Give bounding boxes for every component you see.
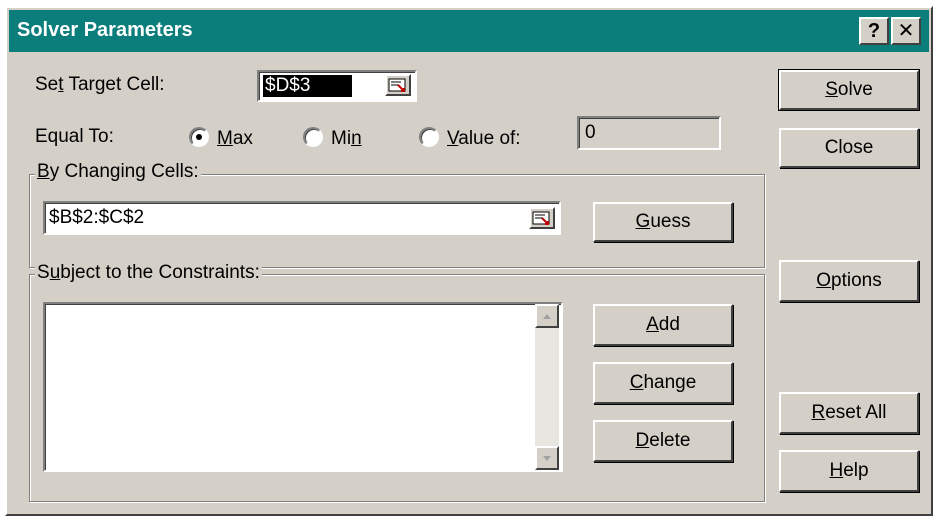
target-cell-collapse-icon[interactable] — [385, 74, 411, 96]
close-title-button[interactable]: ✕ — [891, 17, 921, 45]
solver-parameters-dialog: Solver Parameters ? ✕ Set Target Cell: $… — [5, 6, 933, 516]
changing-cells-legend: By Changing Cells: — [35, 161, 201, 183]
change-button[interactable]: Change — [593, 362, 733, 404]
constraints-legend: Subject to the Constraints: — [35, 262, 262, 284]
reset-all-button-label: Reset All — [811, 402, 887, 423]
changing-cells-value: $B$2:$C$2 — [49, 207, 145, 228]
constraints-list[interactable] — [43, 302, 563, 472]
help-title-button[interactable]: ? — [859, 17, 889, 45]
set-target-cell-label: Set Target Cell: — [35, 74, 165, 95]
help-button-label: Help — [829, 460, 869, 481]
help-button[interactable]: Help — [779, 450, 919, 492]
guess-button[interactable]: Guess — [593, 202, 733, 242]
target-cell-value: $D$3 — [263, 75, 353, 97]
min-radio[interactable] — [303, 127, 323, 147]
change-button-label: Change — [629, 372, 697, 393]
dialog-title: Solver Parameters — [17, 19, 193, 41]
value-of-input[interactable]: 0 — [577, 116, 721, 150]
title-bar[interactable]: Solver Parameters ? ✕ — [9, 10, 929, 52]
reset-all-button[interactable]: Reset All — [779, 392, 919, 434]
value-of-radio-label[interactable]: Value of: — [447, 128, 521, 150]
solve-button-label: Solve — [825, 79, 873, 100]
scroll-down-icon[interactable] — [535, 446, 559, 470]
scroll-up-icon[interactable] — [535, 304, 559, 328]
options-button[interactable]: Options — [779, 260, 919, 302]
close-button-label: Close — [824, 137, 874, 158]
constraints-scrollbar[interactable] — [535, 304, 559, 470]
add-button-label: Add — [646, 314, 680, 335]
add-button[interactable]: Add — [593, 304, 733, 346]
delete-button-label: Delete — [635, 430, 691, 451]
solve-button[interactable]: Solve — [778, 69, 920, 111]
target-cell-field[interactable]: $D$3 — [257, 70, 417, 102]
equal-to-label: Equal To: — [35, 126, 114, 147]
value-of-radio[interactable] — [419, 127, 439, 147]
delete-button[interactable]: Delete — [593, 420, 733, 462]
value-of-input-text: 0 — [585, 122, 596, 143]
changing-cells-input[interactable]: $B$2:$C$2 — [43, 201, 561, 235]
max-radio-dot — [196, 134, 202, 140]
max-radio-label[interactable]: Max — [217, 128, 253, 150]
guess-button-label: Guess — [635, 211, 691, 232]
options-button-label: Options — [816, 270, 882, 291]
min-radio-label[interactable]: Min — [331, 128, 362, 150]
close-button[interactable]: Close — [779, 128, 919, 168]
max-radio[interactable] — [189, 127, 209, 147]
changing-cells-collapse-icon[interactable] — [529, 207, 555, 229]
